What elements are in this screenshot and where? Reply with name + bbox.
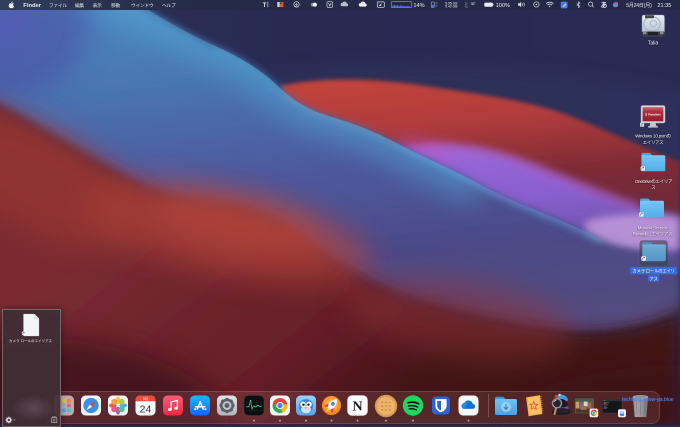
svg-text:OneDriveのエイリア: OneDriveのエイリア [635,179,673,185]
svg-text:エイリアス: エイリアス [643,140,663,146]
svg-text:5月24日(月): 5月24日(月) [626,3,652,9]
svg-text:F:: F: [436,6,438,8]
svg-text:⠿ Parallels: ⠿ Parallels [645,112,661,116]
svg-text:表示: 表示 [93,2,102,9]
svg-text:Finder: Finder [23,3,41,9]
svg-text:U:: U: [436,3,439,5]
svg-text:T: T [263,3,267,9]
svg-text:ウインドウ: ウインドウ [131,2,154,8]
svg-text:ヘルプ: ヘルプ [162,3,176,9]
svg-text:Talia: Talia [648,41,659,47]
svg-text:編集: 編集 [75,2,84,9]
svg-text:ファイル: ファイル [49,3,67,9]
svg-text:移動: 移動 [111,2,120,9]
svg-text:N: N [352,400,362,415]
svg-text:5↓: 5↓ [465,4,468,8]
svg-text:24: 24 [140,403,152,415]
svg-text:Movavi Screen: Movavi Screen [638,225,668,230]
svg-text:あ: あ [601,0,607,9]
svg-text:21:35: 21:35 [657,3,671,9]
svg-text:ス: ス [651,185,655,190]
svg-text:14%: 14% [413,3,424,9]
svg-text:Windows 10.pvmの: Windows 10.pvmの [635,134,671,139]
svg-text:38°: 38° [471,2,477,6]
svg-text:5月: 5月 [143,397,148,401]
svg-text:カメラ ロールのエイリアス: カメラ ロールのエイリアス [9,338,52,343]
svg-text:5.42 GB: 5.42 GB [445,5,458,9]
svg-text:100%: 100% [496,3,510,9]
svg-text:Recorde....エイリアス: Recorde....エイリアス [633,232,672,238]
